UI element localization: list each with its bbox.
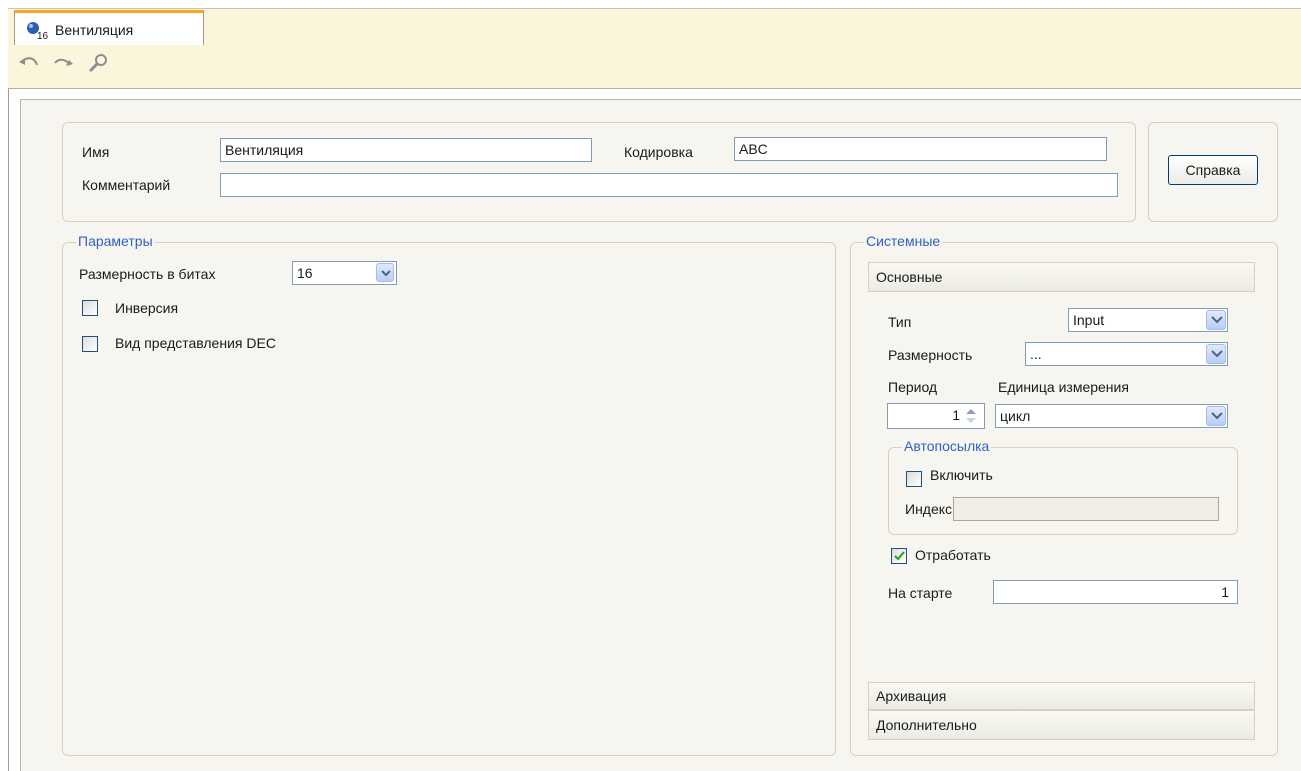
dimension-select[interactable]: ... xyxy=(1025,342,1228,366)
start-label: На старте xyxy=(888,585,953,601)
unit-select[interactable]: цикл xyxy=(995,404,1228,428)
unit-label: Единица измерения xyxy=(998,379,1129,395)
dec-view-checkbox[interactable] xyxy=(82,336,98,352)
unit-value: цикл xyxy=(1000,408,1031,424)
help-button[interactable]: Справка xyxy=(1168,155,1258,185)
section-archive[interactable]: Архивация xyxy=(868,682,1255,710)
autosend-enable-checkbox[interactable] xyxy=(906,471,922,487)
dec-view-label: Вид представления DEC xyxy=(115,335,276,351)
comment-field[interactable] xyxy=(220,173,1118,197)
autosend-group xyxy=(888,447,1238,535)
tag-bullet-icon: 16 xyxy=(25,21,49,42)
dimension-value: ... xyxy=(1030,346,1042,362)
name-label: Имя xyxy=(82,144,110,160)
encoding-label: Кодировка xyxy=(624,144,693,160)
type-label: Тип xyxy=(888,314,912,330)
bits-spinner-button[interactable] xyxy=(376,263,394,282)
system-legend: Системные xyxy=(864,233,943,249)
bits-label: Размерность в битах xyxy=(79,266,216,282)
chevron-down-icon[interactable] xyxy=(1206,344,1226,364)
process-checkbox[interactable] xyxy=(891,548,907,564)
name-field[interactable]: Вентиляция xyxy=(220,138,592,162)
start-field[interactable]: 1 xyxy=(993,580,1238,604)
autosend-legend: Автопосылка xyxy=(902,438,992,454)
undo-icon[interactable] xyxy=(16,53,44,79)
period-value: 1 xyxy=(952,407,960,423)
section-additional[interactable]: Дополнительно xyxy=(868,710,1255,740)
period-spinner-arrows[interactable] xyxy=(963,406,979,426)
type-select[interactable]: Input xyxy=(1068,308,1228,332)
comment-label: Комментарий xyxy=(82,177,171,193)
svg-text:16: 16 xyxy=(37,31,49,41)
tab-ventilation[interactable]: 16 Вентиляция xyxy=(14,10,204,46)
bits-value: 16 xyxy=(297,265,313,281)
section-main[interactable]: Основные xyxy=(868,262,1255,292)
encoding-field[interactable]: ABC xyxy=(734,137,1107,161)
chevron-down-icon[interactable] xyxy=(1206,406,1226,426)
params-group xyxy=(62,242,836,756)
tab-label: Вентиляция xyxy=(55,22,134,38)
period-label: Период xyxy=(888,379,938,395)
process-label: Отработать xyxy=(915,547,991,563)
index-field[interactable] xyxy=(953,497,1219,521)
params-legend: Параметры xyxy=(76,233,155,249)
index-label: Индекс xyxy=(905,501,953,517)
inversion-checkbox[interactable] xyxy=(82,300,98,316)
redo-icon[interactable] xyxy=(50,53,78,79)
wrench-icon[interactable] xyxy=(84,53,112,79)
autosend-enable-label: Включить xyxy=(930,467,993,483)
toolbar xyxy=(8,45,1301,89)
chevron-down-icon[interactable] xyxy=(1206,310,1226,330)
inversion-label: Инверсия xyxy=(115,300,179,316)
type-value: Input xyxy=(1073,312,1105,328)
dimension-label: Размерность xyxy=(888,347,973,363)
